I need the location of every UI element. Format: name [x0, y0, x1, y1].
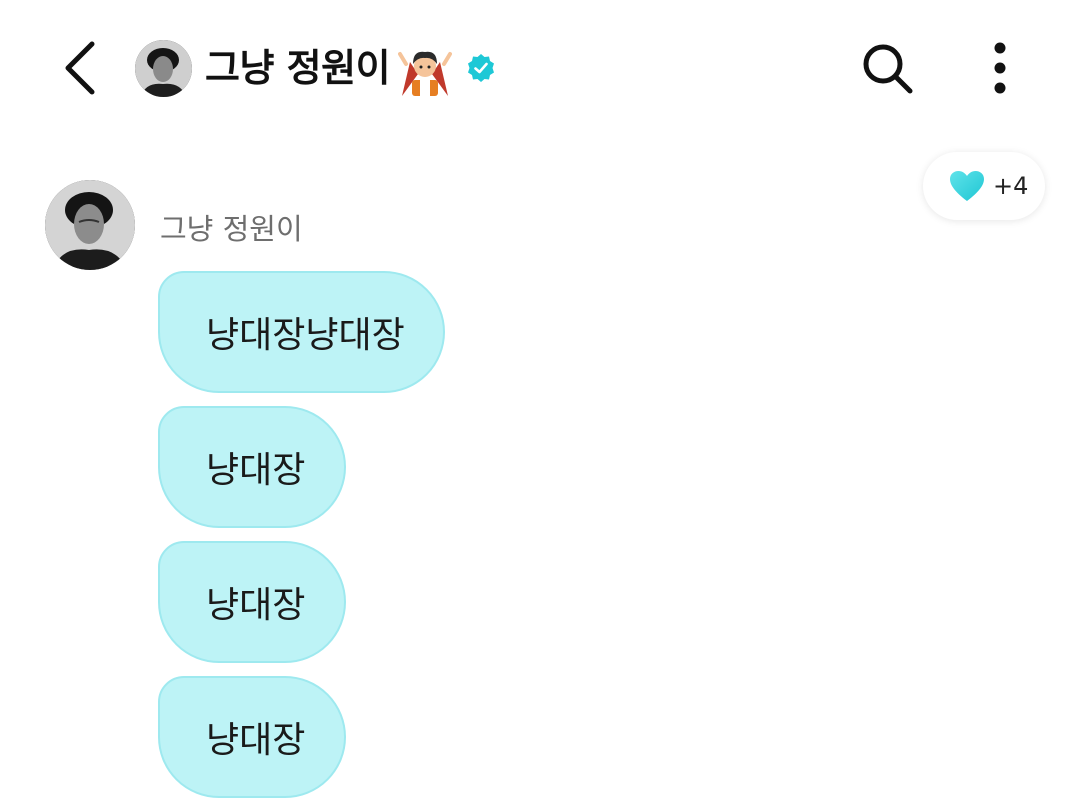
more-vertical-icon — [994, 42, 1006, 94]
chat-screen: 그냥 정원이 +4 그냥 정원이 냥대장냥대장 냥대장 냥대장 냥대장 — [0, 0, 1080, 806]
header-avatar[interactable] — [135, 40, 192, 97]
chat-header: 그냥 정원이 — [0, 0, 1080, 136]
back-button[interactable] — [52, 38, 108, 98]
message-bubble[interactable]: 냥대장 — [158, 406, 346, 528]
reaction-count: +4 — [993, 172, 1029, 200]
chat-title: 그냥 정원이 — [205, 46, 391, 90]
more-options-button[interactable] — [975, 36, 1025, 100]
search-button[interactable] — [855, 36, 919, 100]
reaction-button[interactable]: +4 — [923, 152, 1045, 220]
avatar-image — [135, 40, 192, 97]
chevron-left-icon — [65, 41, 95, 95]
avatar-image — [45, 180, 135, 270]
author-avatar[interactable] — [45, 180, 135, 270]
heart-icon — [950, 171, 984, 201]
message-bubble[interactable]: 냥대장 — [158, 541, 346, 663]
message-bubble[interactable]: 냥대장 — [158, 676, 346, 798]
vampire-emoji-icon — [398, 44, 452, 98]
message-author-name: 그냥 정원이 — [160, 212, 303, 246]
search-icon — [863, 44, 913, 94]
message-bubble[interactable]: 냥대장냥대장 — [158, 271, 445, 393]
verified-badge-icon — [466, 53, 496, 83]
